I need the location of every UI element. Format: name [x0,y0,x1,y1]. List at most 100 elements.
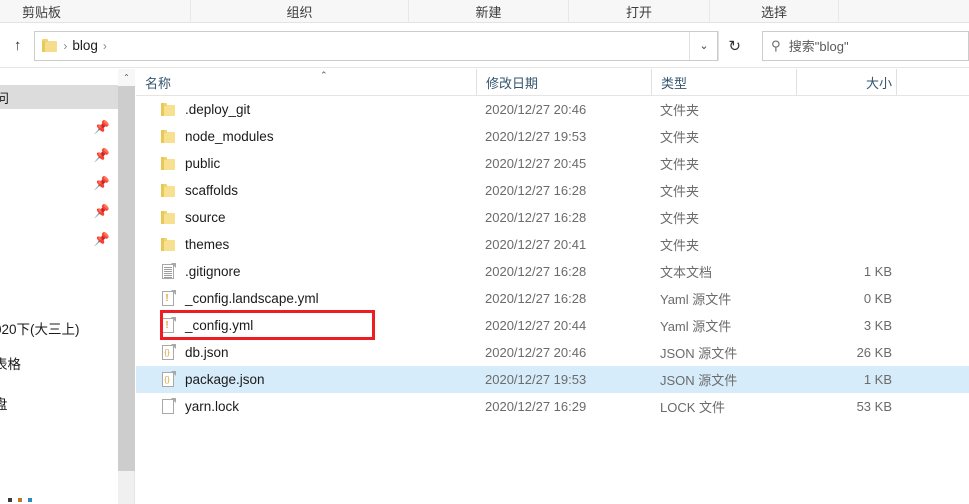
file-type-cell: LOCK 文件 [660,400,726,415]
refresh-icon[interactable]: ↻ [718,30,749,61]
search-box[interactable]: ⚲ 搜索"blog" [761,30,969,61]
sidebar-item-pinned-2[interactable]: 📌 [0,141,118,168]
file-name: public [185,156,221,171]
pin-icon[interactable]: 📌 [94,232,110,245]
file-name: .gitignore [185,264,241,279]
table-row[interactable]: .deploy_git 2020/12/27 20:46 文件夹 [136,96,969,123]
ribbon-group-clipboard[interactable]: 剪贴板 [0,0,191,23]
column-header-row: 名称 ⌃ 修改日期 类型 大小 [136,69,969,96]
pin-icon[interactable]: 📌 [94,148,110,161]
file-type-cell: Yaml 源文件 [660,319,732,334]
file-name-cell[interactable]: source [136,209,476,226]
ribbon-group-new-label: 新建 [475,5,502,20]
sidebar-item-spreadsheet-folder[interactable]: 表格 [0,349,118,376]
table-row[interactable]: public 2020/12/27 20:45 文件夹 [136,150,969,177]
chevron-right-icon[interactable]: › [98,40,112,52]
pin-icon[interactable]: 📌 [94,204,110,217]
column-header-type-label: 类型 [661,75,688,91]
file-name-cell[interactable]: themes [136,236,476,253]
yaml-file-icon: ! [160,290,176,307]
column-header-size[interactable]: 大小 [796,69,896,95]
column-header-date-modified[interactable]: 修改日期 [476,69,651,95]
file-name-cell[interactable]: ! _config.yml [136,317,476,334]
json-file-icon: {} [160,371,176,388]
sidebar-item-pinned-3[interactable]: 📌 [0,169,118,196]
breadcrumb[interactable]: blog [72,38,98,53]
nav-quick-access-header[interactable]: 问 [0,85,118,109]
column-header-size-label: 大小 [865,75,892,91]
file-date-cell: 2020/12/27 16:28 [485,210,587,225]
file-type-cell: JSON 源文件 [660,346,738,361]
folder-icon [160,155,176,172]
column-header-type[interactable]: 类型 [651,69,796,95]
table-row[interactable]: yarn.lock 2020/12/27 16:29 LOCK 文件 53 KB [136,393,969,420]
table-row[interactable]: .gitignore 2020/12/27 16:28 文本文档 1 KB [136,258,969,285]
file-name: scaffolds [185,183,239,198]
table-row[interactable]: ! _config.landscape.yml 2020/12/27 16:28 Ya… [136,285,969,312]
table-row[interactable]: {} package.json 2020/12/27 19:53 JSON 源文件 1 … [136,366,969,393]
file-size-cell: 53 KB [856,399,892,414]
file-type-cell: 文本文档 [660,265,713,280]
ribbon-group-organize[interactable]: 组织 [191,0,409,23]
table-row[interactable]: source 2020/12/27 16:28 文件夹 [136,204,969,231]
json-file-icon: {} [160,344,176,361]
scroll-up-icon[interactable]: ⌃ [118,69,135,86]
file-type-cell: 文件夹 [660,130,700,145]
file-list-pane: 名称 ⌃ 修改日期 类型 大小 .deploy_git 2020/12/27 20… [136,69,969,504]
pin-icon[interactable]: 📌 [94,120,110,133]
chevron-down-icon[interactable]: ⌄ [689,31,717,60]
file-name-cell[interactable]: {} db.json [136,344,476,361]
nav-quick-access-label: 问 [0,90,10,106]
file-name-cell[interactable]: yarn.lock [136,398,476,415]
nav-pane-scrollbar[interactable]: ⌃ [118,69,135,504]
table-row[interactable]: {} db.json 2020/12/27 20:46 JSON 源文件 26 KB [136,339,969,366]
table-row[interactable]: scaffolds 2020/12/27 16:28 文件夹 [136,177,969,204]
pin-icon[interactable]: 📌 [94,176,110,189]
file-name-cell[interactable]: ! _config.landscape.yml [136,290,476,307]
ribbon-group-open[interactable]: 打开 [569,0,710,23]
sidebar-item-label: 020下(大三上) [0,321,80,337]
file-date-cell: 2020/12/27 20:44 [485,318,587,333]
sidebar-item-disk[interactable]: 盘 [0,389,118,416]
file-type-cell: Yaml 源文件 [660,292,732,307]
table-row[interactable]: node_modules 2020/12/27 19:53 文件夹 [136,123,969,150]
file-type-cell: 文件夹 [660,103,700,118]
search-icon: ⚲ [771,37,781,53]
table-row[interactable]: ! _config.yml 2020/12/27 20:44 Yaml 源文件 3 KB [136,312,969,339]
folder-icon [160,101,176,118]
text-file-icon [160,263,176,280]
sidebar-item-pinned-5[interactable]: 📌 [0,225,118,252]
file-name-cell[interactable]: .gitignore [136,263,476,280]
file-name-cell[interactable]: .deploy_git [136,101,476,118]
sort-ascending-icon: ⌃ [320,70,328,80]
up-arrow-glyph: ↑ [13,37,22,54]
file-name: themes [185,237,230,252]
scrollbar-thumb[interactable] [118,86,135,471]
chevron-right-icon: › [63,38,68,53]
file-name-cell[interactable]: {} package.json [136,371,476,388]
table-row[interactable]: themes 2020/12/27 20:41 文件夹 [136,231,969,258]
ribbon-group-select[interactable]: 选择 [710,0,839,23]
breadcrumb-address-field[interactable]: › blog › ⌄ [34,30,719,61]
file-name-cell[interactable]: scaffolds [136,182,476,199]
navigation-pane: 问 📌 📌 📌 📌 📌 020下(大三上) 表格 盘 [0,69,118,504]
ribbon-group-bar: 剪贴板 组织 新建 打开 选择 [0,0,969,23]
column-header-filler [896,69,969,95]
file-date-cell: 2020/12/27 20:45 [485,156,587,171]
sidebar-item-semester-folder[interactable]: 020下(大三上) [0,314,118,341]
ribbon-group-select-label: 选择 [760,5,787,20]
folder-icon [160,209,176,226]
file-name-cell[interactable]: node_modules [136,128,476,145]
navigate-up-icon[interactable]: ↑ [3,31,32,61]
folder-icon [42,38,58,54]
file-type-cell: 文件夹 [660,211,700,226]
file-explorer-window: 剪贴板 组织 新建 打开 选择 ↑ › blog › ⌄ ↻ ⚲ 搜索"blog… [0,0,969,504]
lock-file-icon [160,398,176,415]
file-size-cell: 1 KB [863,264,892,279]
file-name-cell[interactable]: public [136,155,476,172]
column-header-name[interactable]: 名称 ⌃ [136,69,476,95]
sidebar-item-pinned-4[interactable]: 📌 [0,197,118,224]
file-date-cell: 2020/12/27 16:28 [485,264,587,279]
ribbon-group-new[interactable]: 新建 [409,0,569,23]
sidebar-item-pinned-1[interactable]: 📌 [0,113,118,140]
